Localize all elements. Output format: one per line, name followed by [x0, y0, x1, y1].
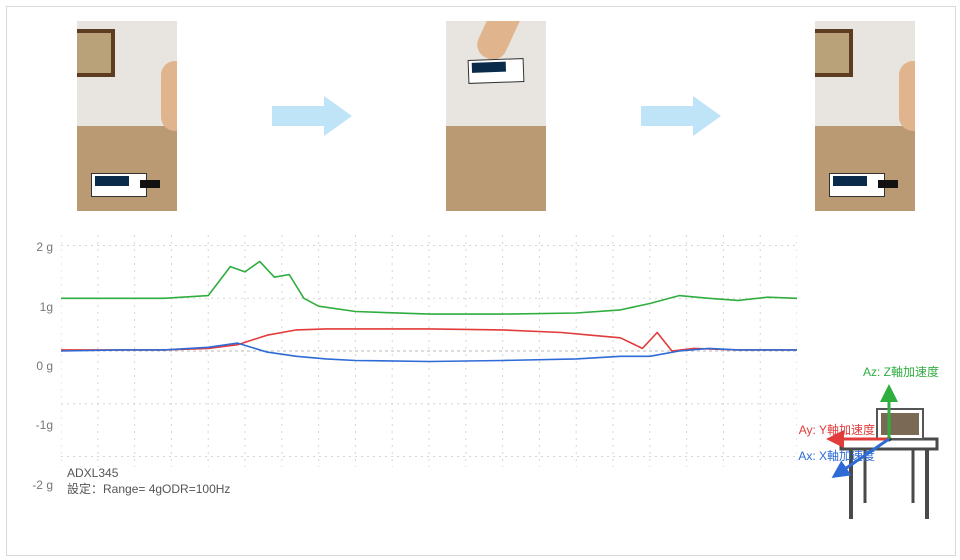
y-tick-label: 2 g: [36, 240, 53, 254]
photo-lifted: [446, 21, 546, 211]
chart-svg: [61, 235, 797, 467]
arrow-icon: [641, 96, 721, 136]
settings-line: 設定：Range= 4gODR=100Hz: [67, 481, 230, 497]
photo-sequence: [77, 21, 915, 211]
chart-caption: ADXL345 設定：Range= 4gODR=100Hz: [67, 465, 230, 497]
y-axis-ticks: 2 g 1g 0 g -1g -2 g: [17, 235, 57, 497]
sensor-name: ADXL345: [67, 465, 230, 481]
legend-ay-label: Ay: Y軸加速度: [799, 421, 875, 438]
photo-after: [815, 21, 915, 211]
accelerometer-chart: 2 g 1g 0 g -1g -2 g ADXL345 設定：Range= 4g…: [17, 235, 797, 497]
axis-legend: Az: Z軸加速度 Ay: Y軸加速度 Ax: X軸加速度: [795, 289, 945, 529]
photo-before: [77, 21, 177, 211]
page-frame: 2 g 1g 0 g -1g -2 g ADXL345 設定：Range= 4g…: [6, 6, 956, 556]
y-tick-label: 0 g: [36, 359, 53, 373]
y-tick-label: -2 g: [32, 478, 53, 492]
y-tick-label: -1g: [36, 418, 53, 432]
y-tick-label: 1g: [40, 300, 53, 314]
legend-az-label: Az: Z軸加速度: [863, 363, 939, 380]
arrow-icon: [272, 96, 352, 136]
legend-ax-label: Ax: X軸加速度: [798, 447, 875, 464]
legend-diagram: [795, 289, 945, 529]
